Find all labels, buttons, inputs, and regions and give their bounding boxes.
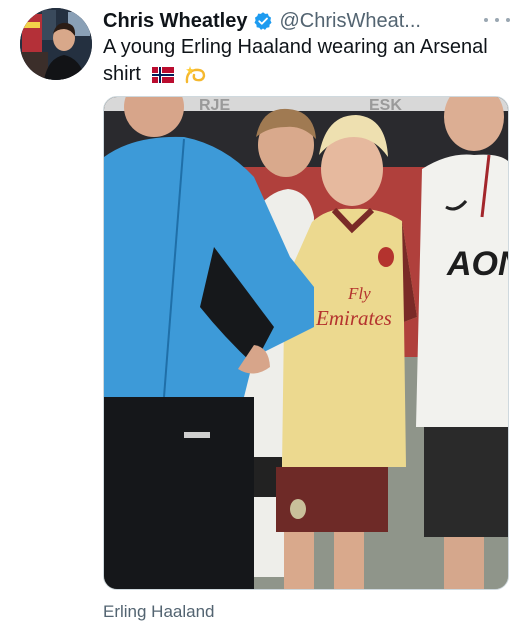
background-sign-left: RJE: [199, 97, 230, 114]
background-sign-right: ESK: [369, 97, 402, 114]
photo-illustration: RJE ESK Fly Emirates AON: [104, 97, 508, 589]
verified-badge-icon: [254, 12, 272, 30]
author-avatar[interactable]: [20, 8, 92, 80]
media-caption: Erling Haaland: [103, 602, 215, 621]
norway-flag-icon: [152, 66, 175, 83]
tweet-header: Chris Wheatley @ChrisWheat...: [103, 8, 510, 34]
tweet-text-block: A young Erling Haaland wearing an Arsena…: [103, 34, 513, 88]
tweet-media-photo[interactable]: RJE ESK Fly Emirates AON: [103, 96, 509, 590]
author-name[interactable]: Chris Wheatley: [103, 10, 247, 33]
united-sponsor: AON: [446, 245, 508, 283]
arsenal-sponsor-line2: Emirates: [315, 306, 392, 330]
dizzy-emoji-icon: [185, 65, 206, 83]
author-handle[interactable]: @ChrisWheat...: [279, 10, 420, 33]
arsenal-sponsor-line1: Fly: [347, 284, 371, 303]
tweet: Chris Wheatley @ChrisWheat... A young Er…: [0, 0, 530, 628]
more-options-icon[interactable]: [484, 10, 510, 30]
